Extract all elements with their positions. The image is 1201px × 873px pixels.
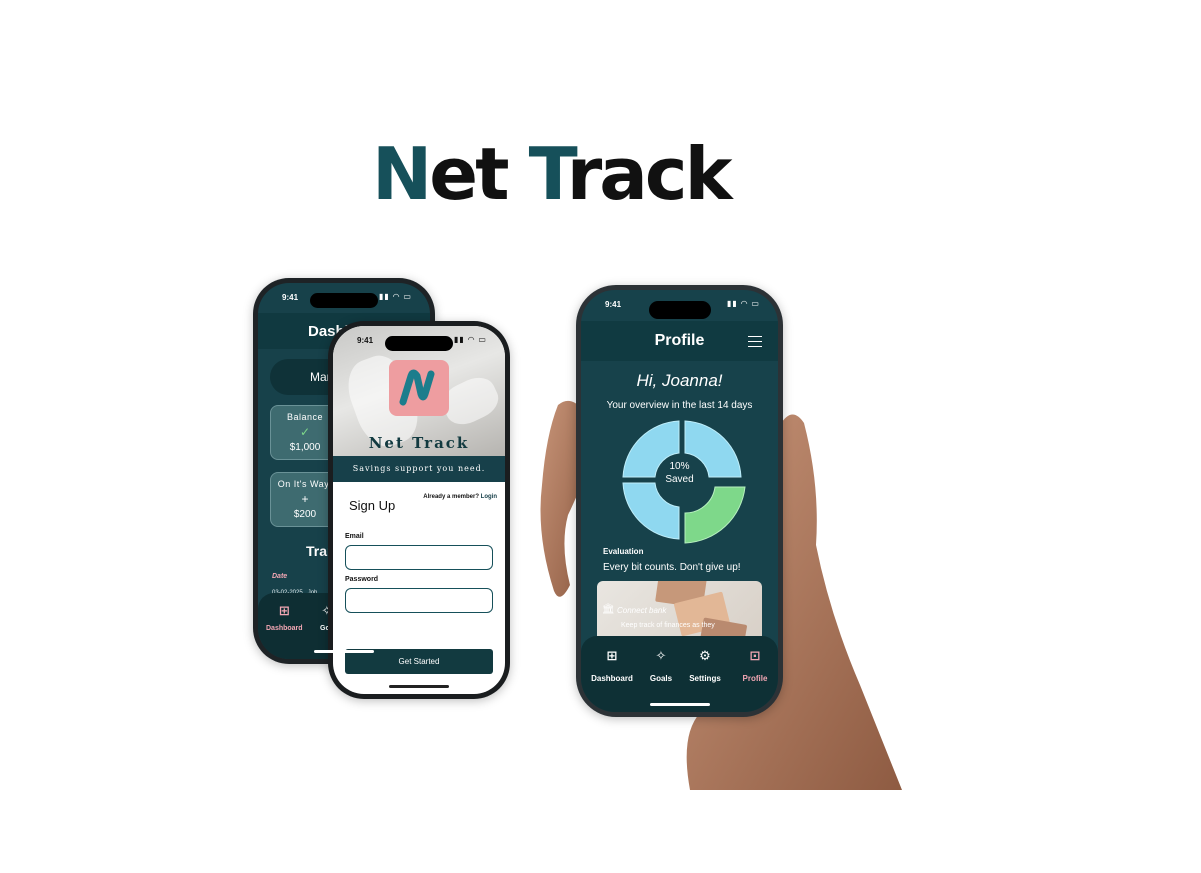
person-icon: ⊡ — [749, 648, 761, 663]
signup-screen: 9:41 ▮▮ ◠ ▭ Net Track Savings support yo… — [333, 326, 505, 694]
nav-settings-label: Settings — [689, 674, 721, 683]
overview-subtitle: Your overview in the last 14 days — [606, 400, 753, 411]
status-bar: 9:41 ▮▮ ◠ ▭ — [581, 298, 778, 312]
home-indicator — [314, 650, 374, 653]
member-prompt-text: Already a member? — [423, 494, 479, 500]
nav-goals[interactable]: ✧ Goals — [636, 648, 686, 683]
nav-dashboard-label: Dashboard — [591, 674, 633, 683]
profile-screen: 9:41 ▮▮ ◠ ▭ Profile Hi, Joanna! Your ove… — [581, 290, 778, 712]
email-field[interactable] — [345, 545, 493, 570]
password-label: Password — [345, 576, 379, 583]
bottom-nav: ⊞ Dashboard ✧ Goals ⚙ Settings ⊡ Profile — [581, 636, 778, 712]
tagline: Savings support you need. — [333, 456, 505, 482]
login-prompt: Already a member? Login — [423, 494, 497, 500]
profile-header: Profile — [581, 321, 778, 361]
status-time: 9:41 — [282, 293, 299, 302]
signup-heading: Sign Up — [349, 498, 396, 513]
nav-profile[interactable]: ⊡ Profile — [730, 648, 778, 683]
signal-wifi-battery-icon: ▮▮ ◠ ▭ — [454, 335, 487, 344]
hamburger-menu-icon[interactable] — [748, 336, 762, 347]
brand-text-et: et — [429, 132, 509, 216]
connect-bank-subtitle: Keep track of finances as they — [621, 622, 715, 629]
nav-goals-label: Goals — [649, 674, 673, 683]
bank-icon: 🏛 — [602, 604, 615, 615]
nav-dashboard[interactable]: ⊞ Dashboard — [587, 648, 637, 683]
status-time: 9:41 — [605, 300, 622, 309]
signal-wifi-battery-icon: ▮▮ ◠ ▭ — [379, 292, 412, 301]
home-indicator — [649, 703, 710, 706]
nav-dashboard-label: Dashboard — [266, 625, 303, 632]
login-link[interactable]: Login — [481, 494, 497, 500]
greeting: Hi, Joanna! — [636, 371, 723, 390]
brand-title: Net Track — [372, 138, 732, 210]
nav-profile-label: Profile — [742, 674, 768, 683]
evaluation-label: Evaluation — [603, 547, 644, 556]
brand-text-rack: rack — [566, 132, 733, 216]
app-logo — [389, 360, 449, 416]
saved-label: Saved — [665, 474, 694, 485]
home-indicator — [389, 685, 449, 688]
grid-icon: ⊞ — [278, 603, 290, 618]
donut-center-label: 10% Saved — [581, 460, 778, 486]
donut-segment-bottom-left — [622, 482, 680, 540]
signup-phone: 9:41 ▮▮ ◠ ▭ Net Track Savings support yo… — [328, 321, 510, 699]
signal-wifi-battery-icon: ▮▮ ◠ ▭ — [727, 299, 760, 308]
status-time: 9:41 — [357, 336, 374, 345]
nav-settings[interactable]: ⚙ Settings — [680, 648, 730, 683]
sparkle-icon: ✧ — [655, 648, 667, 663]
brand-letter-t: T — [528, 132, 570, 216]
gear-icon: ⚙ — [699, 648, 711, 663]
date-column-header: Date — [272, 573, 288, 580]
connect-bank-title: Connect bank — [617, 606, 667, 615]
saved-percent: 10% — [669, 461, 690, 472]
status-bar: 9:41 ▮▮ ◠ ▭ — [258, 291, 430, 305]
profile-phone: 9:41 ▮▮ ◠ ▭ Profile Hi, Joanna! Your ove… — [576, 285, 783, 717]
brand-letter-n: N — [372, 132, 432, 216]
evaluation-text: Every bit counts. Don't give up! — [603, 562, 741, 573]
status-bar: 9:41 ▮▮ ◠ ▭ — [333, 334, 505, 348]
donut-segment-bottom-right — [684, 486, 746, 544]
app-name: Net Track — [368, 434, 470, 452]
nav-dashboard[interactable]: ⊞ Dashboard — [266, 603, 303, 632]
password-field[interactable] — [345, 588, 493, 613]
grid-icon: ⊞ — [606, 648, 618, 663]
email-label: Email — [345, 533, 364, 540]
